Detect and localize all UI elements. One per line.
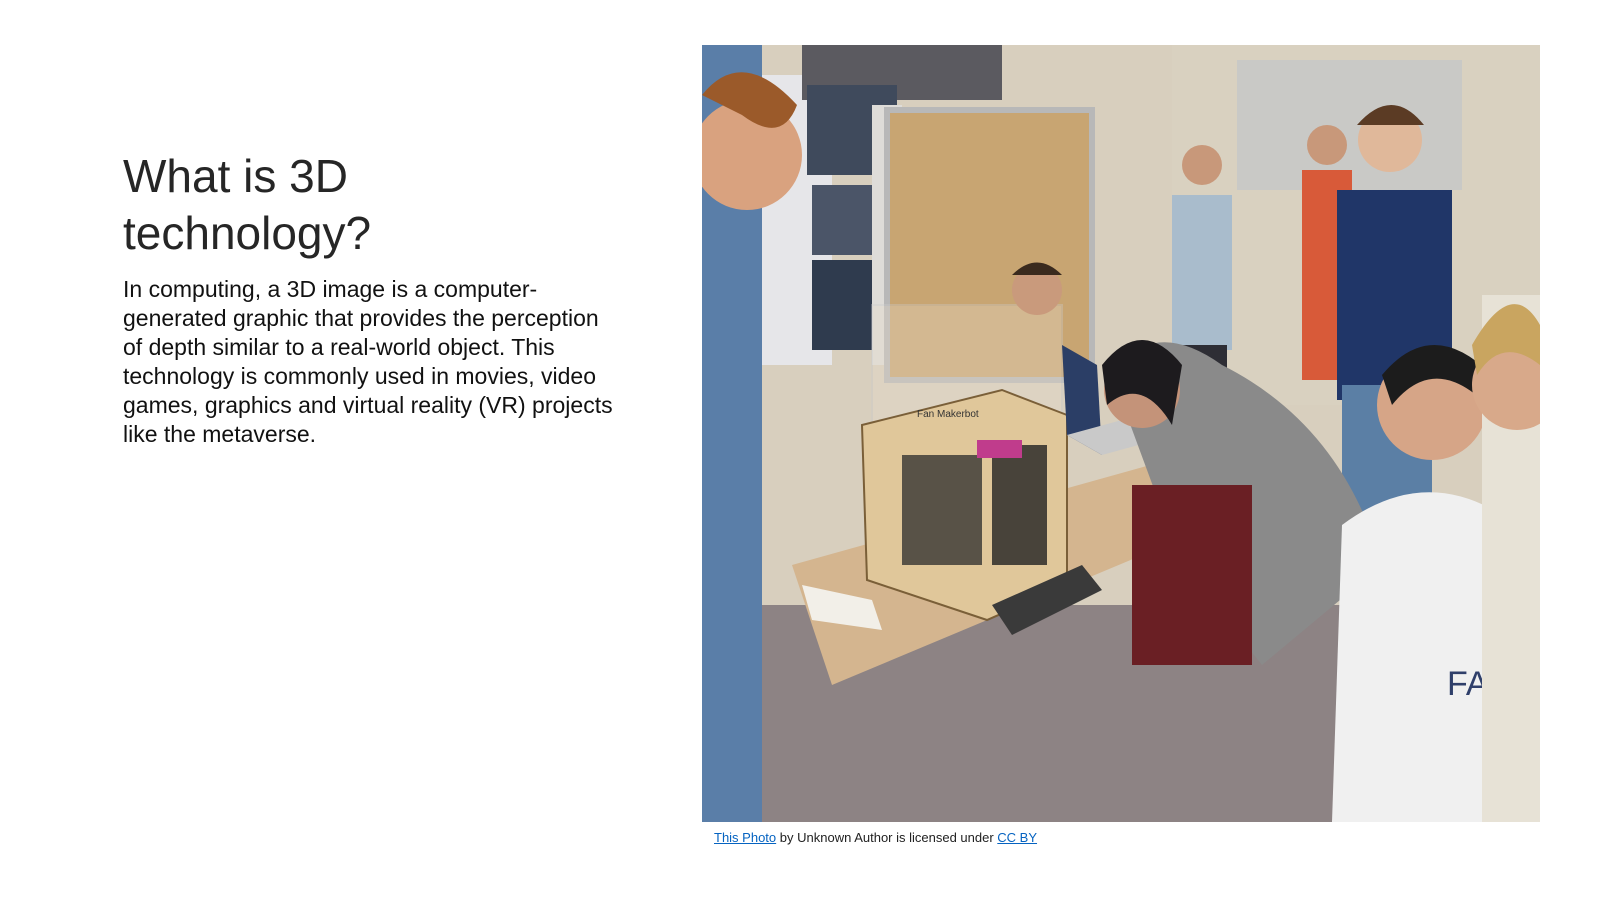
- slide-body-text: In computing, a 3D image is a computer-g…: [123, 276, 613, 447]
- 3d-printer: Fan Makerbot: [860, 304, 1068, 622]
- photo-illustration: Fan Makerbot FAI: [702, 45, 1540, 822]
- slide-title-line-1: What is 3D: [123, 150, 348, 202]
- cc-by-link[interactable]: CC BY: [997, 830, 1037, 845]
- slide-title: What is 3D technology?: [123, 148, 643, 262]
- photo-caption: This Photo by Unknown Author is licensed…: [714, 830, 1037, 845]
- photo-3d-printer-workshop[interactable]: Fan Makerbot FAI: [702, 45, 1540, 822]
- caption-text: by Unknown Author is licensed under: [776, 830, 998, 845]
- slide: What is 3D technology? In computing, a 3D…: [0, 0, 1600, 900]
- this-photo-link[interactable]: This Photo: [714, 830, 776, 845]
- slide-title-line-2: technology?: [123, 207, 372, 259]
- printer-sign: Fan Makerbot: [917, 409, 979, 420]
- printer-display: [977, 440, 1022, 458]
